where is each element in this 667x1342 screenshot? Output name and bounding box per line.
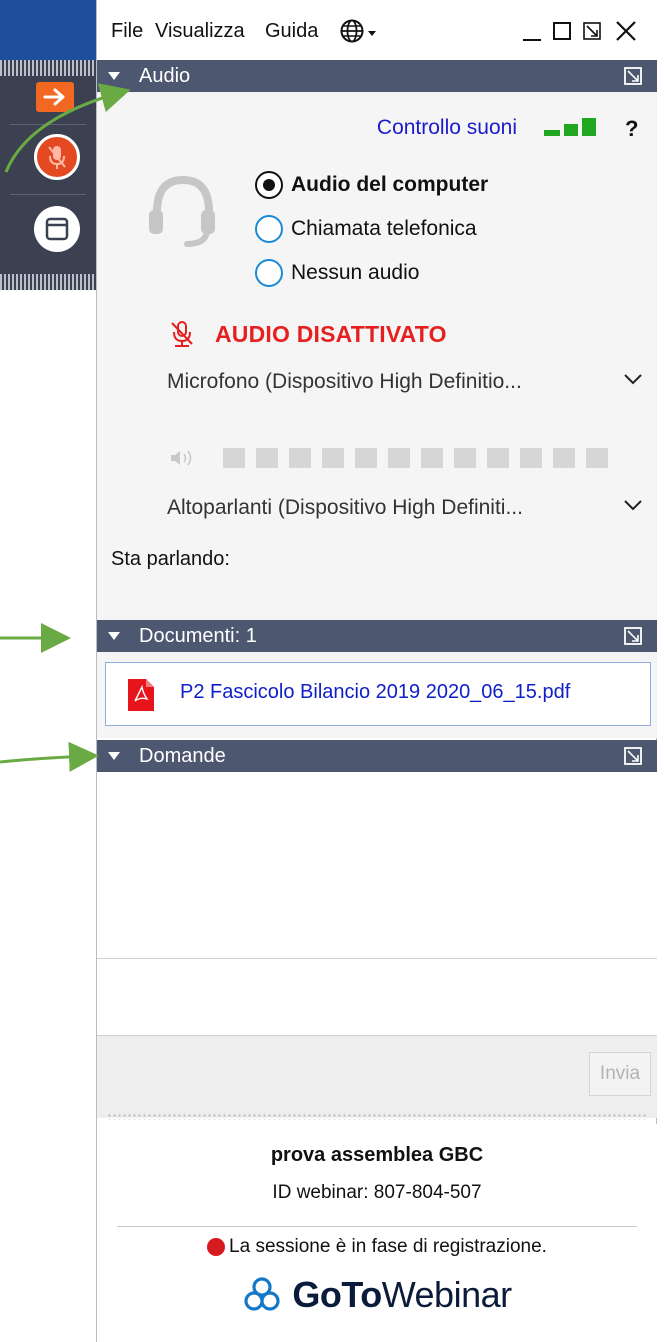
language-menu[interactable] [337,18,385,44]
audio-section-header[interactable]: Audio [97,60,657,92]
minimize-icon [523,39,541,41]
popout-icon[interactable] [623,66,643,86]
recording-text: La sessione è in fase di registrazione. [229,1236,547,1257]
collapse-triangle-icon [108,752,120,760]
help-button[interactable]: ? [625,116,638,142]
speaking-label: Sta parlando: [111,548,230,570]
gotowebinar-logo-icon [244,1277,280,1311]
microphone-value: Microfono (Dispositivo High Definitio... [167,370,522,393]
audio-section-title: Audio [139,65,191,87]
microphone-select[interactable]: Microfono (Dispositivo High Definitio... [167,362,647,402]
webinar-title: prova assemblea GBC [270,1144,484,1166]
radio-button[interactable] [255,259,283,287]
maximize-button[interactable] [549,18,575,44]
signal-level-icon [544,118,596,136]
questions-section-header[interactable]: Domande [97,740,657,772]
audio-panel: Controllo suoni ? Audio del computer Chi… [97,92,657,620]
question-input[interactable] [97,959,657,1035]
restore-button[interactable] [579,18,605,44]
speaker-level [169,446,619,470]
recording-dot-icon [207,1238,226,1256]
brand-logo: GoTo Webinar [97,1274,657,1316]
send-area: Invia [97,1036,657,1118]
audio-option-computer[interactable]: Audio del computer [255,168,488,202]
chevron-down-icon [624,374,642,385]
speaker-value: Altoparlanti (Dispositivo High Definiti.… [167,496,523,519]
restore-icon [583,22,601,40]
questions-log [97,772,657,958]
show-window-button[interactable] [34,206,80,252]
brand-name-bold: GoTo [292,1274,382,1315]
audio-option-none[interactable]: Nessun audio [255,256,419,290]
arrow-right-icon [43,88,65,106]
popout-icon[interactable] [623,746,643,766]
window-icon [45,217,69,241]
control-panel: File Visualizza Guida Audio Controllo su… [96,0,657,1342]
sound-check-link[interactable]: Controllo suoni [377,116,517,140]
level-segment [454,448,476,468]
menu-help[interactable]: Guida [265,20,318,43]
level-segment [586,448,608,468]
maximize-icon [553,22,571,40]
radio-button[interactable] [255,215,283,243]
divider [10,124,86,125]
resize-grip[interactable] [107,1113,647,1120]
level-segment [256,448,278,468]
globe-icon [340,19,376,43]
collapse-triangle-icon [108,72,120,80]
level-segment [421,448,443,468]
popout-icon[interactable] [623,626,643,646]
divider [117,1226,637,1227]
mute-microphone-button[interactable] [34,134,80,180]
drag-grip[interactable] [0,60,96,76]
level-segment [553,448,575,468]
collapse-triangle-icon [108,632,120,640]
documents-panel: P2 Fascicolo Bilancio 2019 2020_06_15.pd… [97,652,657,738]
headset-icon [149,175,215,247]
radio-label: Nessun audio [291,261,420,284]
radio-button[interactable] [255,171,283,199]
close-icon [616,21,636,41]
documents-section-title: Documenti: 1 [139,625,257,647]
menu-view[interactable]: Visualizza [155,20,245,43]
drag-grip[interactable] [0,274,96,290]
pdf-icon [128,679,154,711]
recording-status: La sessione è in fase di registrazione. [97,1236,657,1258]
title-bar: File Visualizza Guida [97,0,657,60]
muted-label: AUDIO DISATTIVATO [215,320,447,347]
background-edge [0,0,96,60]
microphone-muted-icon [171,321,193,347]
level-segment [487,448,509,468]
speaker-level-meter [223,448,619,468]
webinar-id: ID webinar: 807-804-507 [272,1182,482,1203]
close-button[interactable] [613,18,639,44]
brand-name-regular: Webinar [381,1274,512,1315]
send-button[interactable]: Invia [589,1052,651,1096]
menu-file[interactable]: File [111,20,143,43]
expand-panel-button[interactable] [36,82,74,112]
annotation-arrow [0,741,99,772]
document-item[interactable]: P2 Fascicolo Bilancio 2019 2020_06_15.pd… [105,662,651,726]
level-segment [355,448,377,468]
level-segment [223,448,245,468]
muted-status: AUDIO DISATTIVATO [169,320,447,348]
level-segment [388,448,410,468]
documents-section-header[interactable]: Documenti: 1 [97,620,657,652]
control-strip [0,60,96,290]
divider [10,194,86,195]
microphone-muted-icon [48,146,66,169]
level-segment [322,448,344,468]
audio-option-phone[interactable]: Chiamata telefonica [255,212,477,246]
level-segment [289,448,311,468]
radio-label: Chiamata telefonica [291,217,477,240]
webinar-footer: prova assemblea GBC ID webinar: 807-804-… [97,1124,657,1342]
speaker-icon [171,450,192,466]
document-name[interactable]: P2 Fascicolo Bilancio 2019 2020_06_15.pd… [180,681,570,704]
radio-label: Audio del computer [291,173,489,196]
speaker-select[interactable]: Altoparlanti (Dispositivo High Definiti.… [167,488,647,528]
questions-section-title: Domande [139,745,226,767]
level-segment [520,448,542,468]
minimize-button[interactable] [519,18,545,44]
chevron-down-icon [624,500,642,511]
